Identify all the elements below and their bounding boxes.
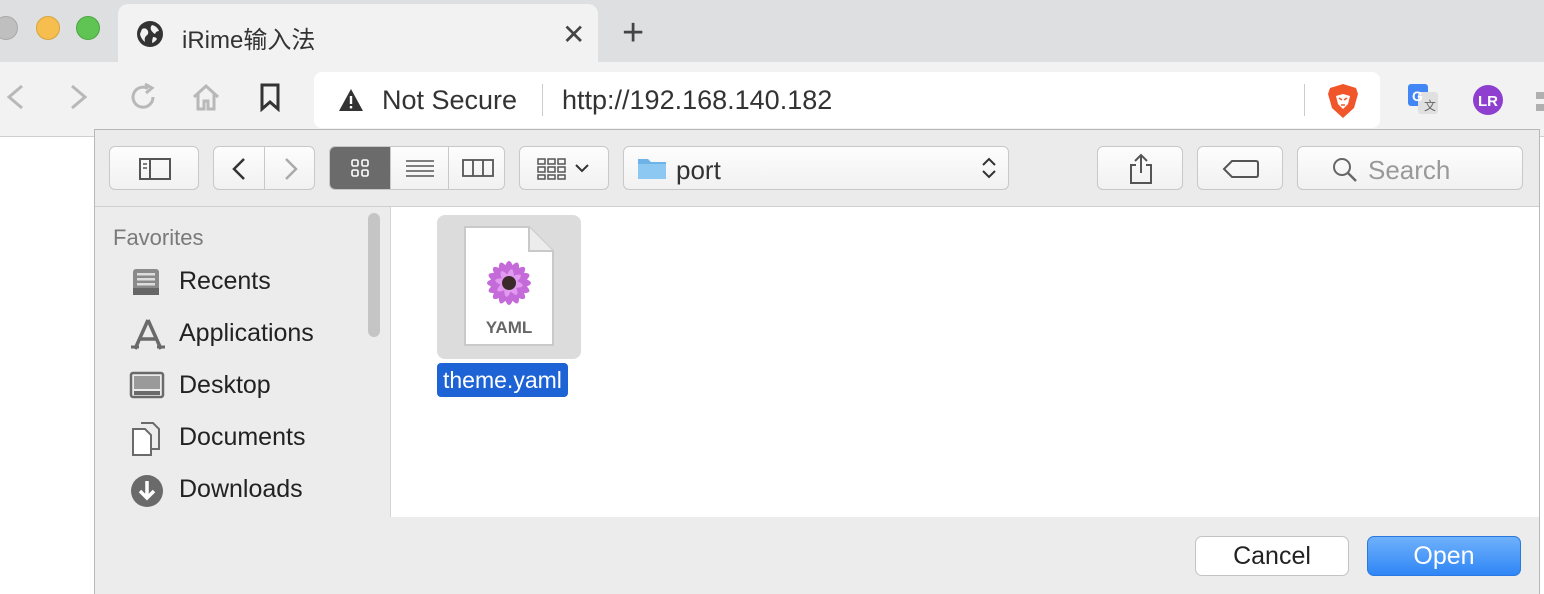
new-tab-button[interactable]: + bbox=[622, 14, 644, 52]
applications-icon bbox=[131, 319, 165, 350]
cancel-button[interactable]: Cancel bbox=[1195, 536, 1349, 576]
sidebar-item-label: Desktop bbox=[179, 371, 271, 399]
downloads-icon bbox=[131, 475, 163, 507]
address-bar[interactable]: Not Secure http://192.168.140.182 bbox=[314, 72, 1380, 128]
extension-lr-icon[interactable]: LR bbox=[1472, 84, 1504, 116]
grid-menu-icon bbox=[537, 158, 566, 180]
sidebar-icon bbox=[139, 158, 171, 180]
group-by-button[interactable] bbox=[519, 146, 609, 190]
warning-icon bbox=[339, 89, 363, 111]
window-zoom-button[interactable] bbox=[76, 16, 100, 40]
sidebar-item-downloads[interactable]: Downloads bbox=[95, 467, 375, 513]
share-button[interactable] bbox=[1097, 146, 1183, 190]
folder-icon bbox=[638, 159, 666, 179]
recents-icon bbox=[133, 269, 159, 295]
search-placeholder: Search bbox=[1368, 155, 1451, 185]
sidebar-item-applications[interactable]: Applications bbox=[95, 311, 375, 357]
security-status[interactable]: Not Secure bbox=[382, 85, 517, 116]
column-view-button[interactable] bbox=[448, 147, 504, 189]
folder-popup[interactable]: port bbox=[623, 146, 1009, 190]
favorites-header: Favorites bbox=[113, 225, 204, 250]
search-icon bbox=[1333, 158, 1357, 182]
sidebar-item-label: Applications bbox=[179, 319, 314, 347]
folder-name: port bbox=[676, 155, 721, 185]
file-type-label: YAML bbox=[486, 318, 533, 337]
icon-view-button[interactable] bbox=[330, 147, 390, 189]
sidebar-item-label: Recents bbox=[179, 267, 271, 295]
file-name-label[interactable]: theme.yaml bbox=[437, 363, 568, 397]
window-minimize-button[interactable] bbox=[36, 16, 60, 40]
translate-icon[interactable]: G文 bbox=[1406, 82, 1440, 116]
back-chevron-icon[interactable] bbox=[230, 157, 248, 181]
brave-shield-icon[interactable] bbox=[1326, 82, 1360, 120]
back-icon[interactable] bbox=[4, 82, 28, 112]
file-browser-area: YAML theme.yaml bbox=[391, 207, 1539, 517]
dialog-sidebar: Favorites Recents Applications Desktop D… bbox=[95, 207, 391, 517]
browser-tab[interactable]: iRime输入法 ✕ bbox=[118, 4, 598, 62]
file-item[interactable]: YAML bbox=[437, 215, 581, 359]
history-nav-group bbox=[213, 146, 315, 190]
sidebar-item-label: Documents bbox=[179, 423, 306, 451]
updown-chevron-icon bbox=[982, 157, 996, 179]
open-button[interactable]: Open bbox=[1367, 536, 1521, 576]
overflow-icon[interactable] bbox=[1534, 90, 1544, 114]
tags-button[interactable] bbox=[1197, 146, 1283, 190]
url-text[interactable]: http://192.168.140.182 bbox=[562, 85, 832, 116]
bookmark-icon[interactable] bbox=[258, 82, 282, 112]
search-field[interactable]: Search bbox=[1297, 146, 1523, 190]
chevron-down-icon bbox=[575, 164, 589, 173]
svg-text:文: 文 bbox=[1424, 98, 1436, 113]
documents-icon bbox=[132, 422, 160, 456]
home-icon[interactable] bbox=[190, 82, 222, 112]
open-file-dialog: port Search Favorites Recents Applicatio… bbox=[94, 129, 1540, 594]
dialog-toolbar: port Search bbox=[95, 130, 1539, 207]
forward-icon[interactable] bbox=[66, 82, 90, 112]
globe-icon bbox=[137, 21, 163, 47]
sidebar-item-desktop[interactable]: Desktop bbox=[95, 363, 375, 409]
share-icon bbox=[1130, 153, 1152, 184]
reload-icon[interactable] bbox=[128, 82, 158, 112]
tab-title: iRime输入法 bbox=[182, 27, 316, 54]
tag-icon bbox=[1222, 160, 1259, 178]
svg-text:LR: LR bbox=[1478, 93, 1498, 110]
sidebar-toggle-button[interactable] bbox=[109, 146, 199, 190]
svg-text:G: G bbox=[1412, 88, 1423, 104]
list-icon bbox=[406, 160, 434, 177]
sidebar-item-recents[interactable]: Recents bbox=[95, 259, 375, 305]
list-view-button[interactable] bbox=[390, 147, 449, 189]
yaml-file-icon: YAML bbox=[464, 226, 554, 346]
address-separator bbox=[542, 84, 543, 116]
desktop-icon bbox=[129, 371, 165, 399]
columns-icon bbox=[462, 159, 494, 177]
view-mode-group bbox=[329, 146, 505, 190]
window-close-button[interactable] bbox=[0, 16, 18, 40]
sidebar-item-documents[interactable]: Documents bbox=[95, 415, 375, 461]
tab-close-icon[interactable]: ✕ bbox=[562, 18, 585, 51]
sidebar-item-label: Downloads bbox=[179, 475, 303, 503]
grid-icon bbox=[351, 159, 369, 177]
forward-chevron-icon[interactable] bbox=[282, 157, 300, 181]
address-separator bbox=[1304, 84, 1305, 116]
